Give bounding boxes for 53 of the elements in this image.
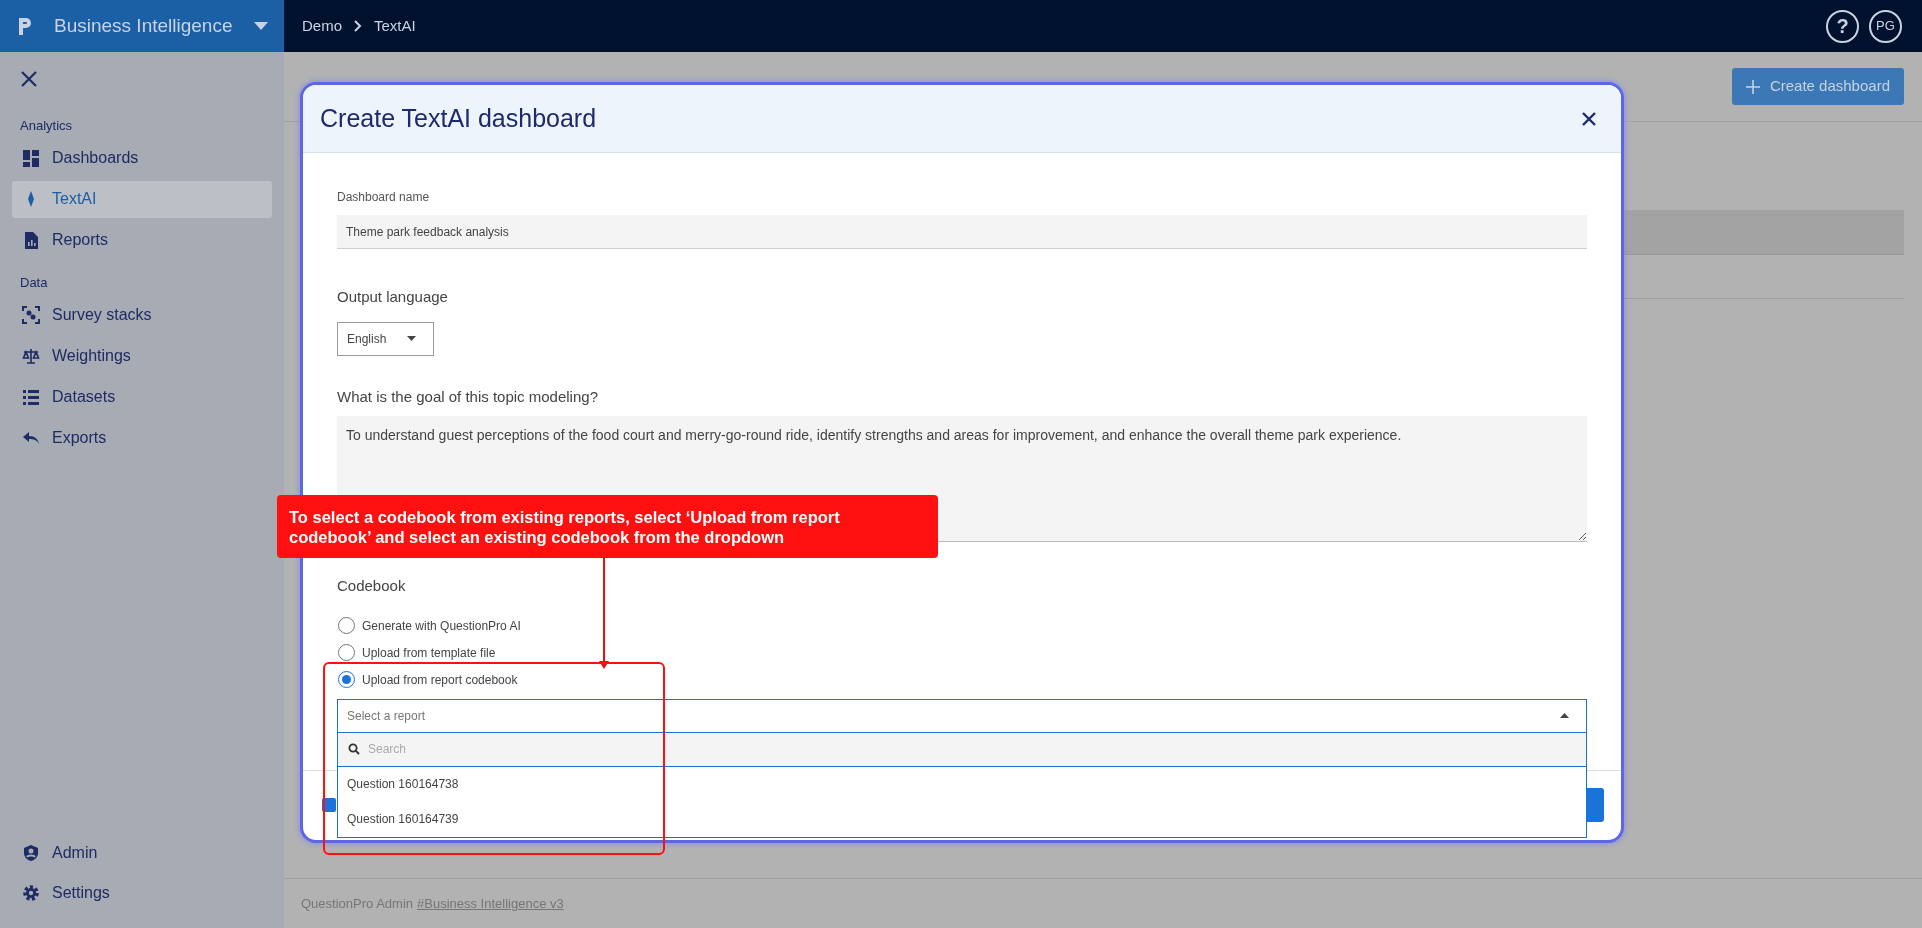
user-avatar[interactable]: PG [1869, 9, 1902, 43]
shield-user-icon [22, 843, 40, 862]
close-icon [1582, 111, 1596, 126]
field-label: Codebook [337, 576, 407, 596]
search-input[interactable]: Search [368, 740, 1576, 758]
list-icon [22, 387, 40, 406]
close-icon [20, 70, 38, 88]
caret-icon [254, 22, 268, 30]
modal-title: Create TextAI dashboard [320, 102, 598, 134]
search-field[interactable]: Search [338, 732, 1586, 767]
sidebar-item[interactable]: Datasets [12, 378, 272, 415]
radio-option[interactable]: Upload from report codebook [338, 669, 1587, 690]
sidebar-item[interactable]: Reports [12, 221, 272, 259]
language-dropdown[interactable]: English [337, 321, 434, 356]
caret-icon [1560, 713, 1569, 718]
footer-text: QuestionPro Admin [301, 894, 413, 913]
report-icon [22, 231, 40, 249]
section-heading: Data [19, 273, 49, 292]
radio-button[interactable] [338, 644, 355, 661]
app-switcher[interactable]: Business Intelligence [0, 0, 284, 52]
sidebar-item[interactable]: Admin [12, 834, 272, 871]
sidebar-item[interactable]: TextAI [12, 180, 272, 218]
chevron-icon [354, 20, 362, 32]
scan-icon [22, 305, 40, 324]
create-dashboard-button[interactable]: Create dashboard [1731, 68, 1904, 105]
logo-icon [16, 15, 34, 37]
sidebar-item[interactable]: Weightings [12, 337, 272, 374]
radio-option[interactable]: Generate with QuestionPro AI [338, 615, 1587, 636]
report-dropdown[interactable]: Select a report [337, 698, 1587, 733]
scale-icon [22, 346, 40, 365]
caret-icon [407, 336, 416, 341]
search-icon [348, 743, 360, 755]
radio-button[interactable] [338, 671, 355, 688]
annotation-tooltip: To select a codebook from existing reports, select ‘Upload from report codebook’ and select an existing codebook from the dropdown [277, 495, 938, 558]
dashboard-icon [22, 149, 40, 167]
gear-icon [22, 883, 40, 902]
sidebar-item[interactable]: Settings [12, 874, 272, 911]
sidebar-item[interactable]: Exports [12, 419, 272, 456]
sidebar-item[interactable]: Dashboards [12, 139, 272, 177]
sidebar-item[interactable]: Survey stacks [12, 296, 272, 333]
help-button[interactable]: ? [1826, 9, 1859, 43]
radio-button[interactable] [338, 617, 355, 634]
radio-option[interactable]: Upload from template file [338, 642, 1587, 663]
field-label: Dashboard name [337, 189, 431, 206]
breadcrumb-link[interactable]: TextAI [374, 14, 416, 38]
field-label: What is the goal of this topic modeling? [337, 386, 599, 407]
plus-icon [1745, 79, 1760, 94]
field-label: Output language [337, 287, 449, 307]
section-heading: Analytics [19, 117, 74, 135]
breadcrumb-link[interactable]: Demo [302, 14, 342, 38]
dropdown-option[interactable]: Question 160164739 [338, 801, 1586, 837]
dashboard-name-field[interactable]: Theme park feedback analysis [337, 215, 1587, 249]
dropdown-option[interactable]: Question 160164738 [338, 766, 1586, 802]
